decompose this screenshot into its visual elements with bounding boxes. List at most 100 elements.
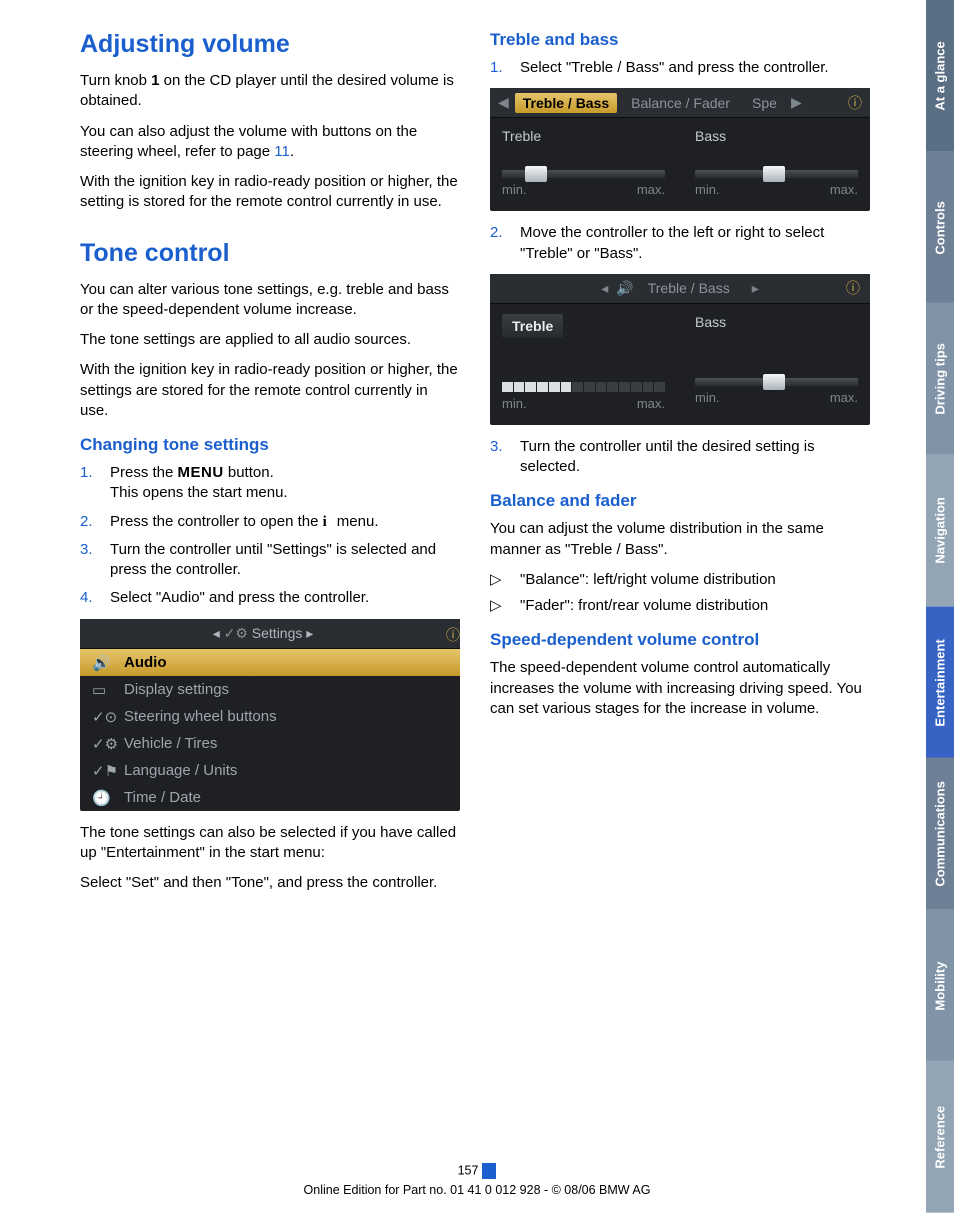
list-item: 4. Select "Audio" and press the controll… (80, 588, 460, 608)
settings-header: ◂ ✓⚙ Settings ▸ ⓘ (80, 619, 460, 649)
min-label: min. (695, 182, 720, 197)
text: Press the controller to open the (110, 513, 323, 530)
menu-button-word: MENU (178, 464, 224, 481)
footer-line: Online Edition for Part no. 01 41 0 012 … (304, 1183, 651, 1197)
left-column: Adjusting volume Turn knob 1 on the CD p… (80, 30, 460, 903)
min-label: min. (695, 390, 720, 405)
settings-row-display[interactable]: ▭ Display settings (80, 676, 460, 703)
para: You can adjust the volume distribution i… (490, 519, 870, 560)
tab-treble-bass[interactable]: Treble / Bass (515, 93, 617, 113)
slider-label-treble: Treble (502, 314, 563, 338)
clock-icon: 🕘 (92, 789, 114, 805)
text: Press the MENU button. This opens the st… (110, 463, 288, 504)
info-icon: ⓘ (846, 278, 860, 298)
list-item: 1. Press the MENU button. This opens the… (80, 463, 460, 504)
chevron-right-icon: ▶ (791, 94, 802, 111)
settings-row-steering[interactable]: ✓⊙Steering wheel buttons (80, 703, 460, 730)
sidetab-mobility[interactable]: Mobility (926, 910, 954, 1062)
list-item: ▷"Fader": front/rear volume distribution (490, 596, 870, 616)
settings-label: Time / Date (124, 789, 201, 806)
side-nav-tabs: At a glance Controls Driving tips Naviga… (926, 0, 954, 1213)
text: Press the controller to open the i menu. (110, 512, 378, 532)
sidetab-at-a-glance[interactable]: At a glance (926, 0, 954, 152)
chevron-left-icon: ◂ (601, 280, 608, 297)
list-item: 3. Turn the controller until the desired… (490, 437, 870, 478)
screen-body: Treble min. max. Bass min. max. (490, 304, 870, 425)
slider-label-bass: Bass (695, 314, 858, 330)
text: "Fader": front/rear volume distribution (520, 596, 768, 616)
tab-center: Treble / Bass (640, 278, 738, 298)
text: Turn the controller until "Settings" is … (110, 540, 460, 581)
right-column: Treble and bass 1. Select "Treble / Bass… (490, 30, 870, 903)
para: With the ignition key in radio-ready pos… (80, 360, 460, 421)
heading-changing-tone: Changing tone settings (80, 435, 460, 455)
knob-number: 1 (151, 72, 159, 89)
heading-speed-volume: Speed-dependent volume control (490, 630, 870, 650)
tab-row: ◂ 🔊 Treble / Bass ▸ ⓘ (490, 274, 870, 304)
max-label: max. (637, 396, 665, 411)
sidetab-navigation[interactable]: Navigation (926, 455, 954, 607)
ordered-list: 2. Move the controller to the left or ri… (490, 223, 870, 264)
sidetab-communications[interactable]: Communications (926, 758, 954, 910)
heading-balance-fader: Balance and fader (490, 491, 870, 511)
text: Press the (110, 464, 178, 481)
chevron-left-icon: ◀ (498, 94, 509, 111)
text: "Balance": left/right volume distributio… (520, 570, 776, 590)
sidetab-controls[interactable]: Controls (926, 152, 954, 304)
min-label: min. (502, 182, 527, 197)
para: The tone settings can also be selected i… (80, 823, 460, 864)
text: Select "Audio" and press the controller. (110, 588, 369, 608)
text: Turn the controller until the desired se… (520, 437, 870, 478)
list-number: 1. (490, 58, 520, 78)
info-icon: ⓘ (446, 625, 460, 645)
audio-icon: 🔊 (92, 654, 114, 670)
settings-row-audio[interactable]: 🔊Audio (80, 649, 460, 676)
text: Move the controller to the left or right… (520, 223, 870, 264)
page-number-box-icon (482, 1163, 496, 1179)
text: You can also adjust the volume with butt… (80, 123, 417, 160)
para: The speed-dependent volume control autom… (490, 658, 870, 719)
display-icon: ▭ (92, 681, 114, 697)
max-label: max. (830, 390, 858, 405)
bass-slider[interactable]: Bass min.max. (695, 128, 858, 197)
text: Select "Treble / Bass" and press the con… (520, 58, 829, 78)
max-label: max. (637, 182, 665, 197)
tab-speed[interactable]: Spe (744, 93, 785, 113)
ordered-list: 1. Select "Treble / Bass" and press the … (490, 58, 870, 78)
chevron-left-icon: ◂ (213, 625, 220, 641)
page-footer: 157 Online Edition for Part no. 01 41 0 … (0, 1163, 954, 1197)
screen-body: Treble min. max. Bass min.max. (490, 118, 870, 211)
triangle-bullet-icon: ▷ (490, 570, 520, 590)
sidetab-driving-tips[interactable]: Driving tips (926, 303, 954, 455)
settings-row-vehicle[interactable]: ✓⚙Vehicle / Tires (80, 730, 460, 757)
page-ref-link[interactable]: 11 (274, 143, 290, 160)
settings-row-language[interactable]: ✓⚑Language / Units (80, 757, 460, 784)
chevron-right-icon: ▸ (306, 625, 313, 641)
ordered-list: 1. Press the MENU button. This opens the… (80, 463, 460, 609)
triangle-bullet-icon: ▷ (490, 596, 520, 616)
para: You can alter various tone settings, e.g… (80, 280, 460, 321)
text: . (290, 143, 294, 160)
list-item: 1. Select "Treble / Bass" and press the … (490, 58, 870, 78)
bass-slider[interactable]: Bass min. max. (695, 314, 858, 411)
text: This opens the start menu. (110, 484, 288, 501)
ordered-list: 3. Turn the controller until the desired… (490, 437, 870, 478)
bullet-list: ▷"Balance": left/right volume distributi… (490, 570, 870, 617)
list-number: 1. (80, 463, 110, 504)
tab-balance-fader[interactable]: Balance / Fader (623, 93, 738, 113)
treble-slider-selected[interactable]: Treble min. max. (502, 314, 665, 411)
treble-slider[interactable]: Treble min. max. (502, 128, 665, 197)
info-icon: ⓘ (848, 93, 862, 113)
text: menu. (333, 513, 379, 530)
para: With the ignition key in radio-ready pos… (80, 172, 460, 213)
heading-adjusting-volume: Adjusting volume (80, 30, 460, 59)
settings-row-time[interactable]: 🕘 Time / Date (80, 784, 460, 811)
list-number: 3. (490, 437, 520, 478)
list-number: 3. (80, 540, 110, 581)
min-label: min. (502, 396, 527, 411)
settings-label: Display settings (124, 681, 229, 698)
flag-icon: ✓⚑ (92, 762, 114, 778)
sidetab-entertainment[interactable]: Entertainment (926, 607, 954, 759)
chevron-right-icon: ▸ (752, 280, 759, 297)
slider-label-treble: Treble (502, 128, 665, 144)
